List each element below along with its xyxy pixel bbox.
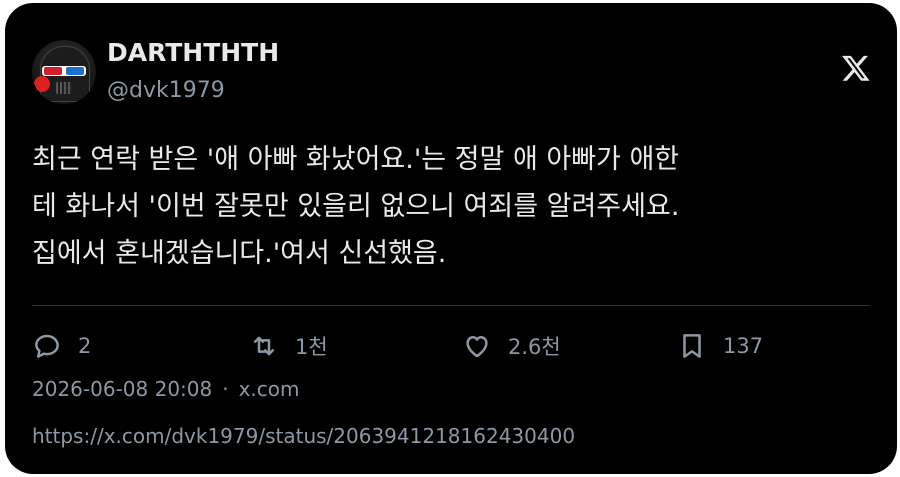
bookmark-button[interactable]: 137 <box>677 328 763 364</box>
like-count: 2.6천 <box>508 335 561 359</box>
retweet-icon <box>254 336 274 356</box>
reply-icon <box>35 334 59 358</box>
heart-icon <box>466 336 488 358</box>
retweet-button[interactable]: 1천 <box>249 328 328 364</box>
tweet-text: 최근 연락 받은 '애 아빠 화났어요.'는 정말 애 아빠가 애한 테 화나서… <box>32 136 882 277</box>
timestamp[interactable]: 2026-06-08 20:08 <box>32 377 212 401</box>
tweet-text-line: 최근 연락 받은 '애 아빠 화났어요.'는 정말 애 아빠가 애한 <box>32 144 680 175</box>
reply-count: 2 <box>78 334 92 358</box>
avatar-red-dot <box>34 76 50 92</box>
permalink[interactable]: https://x.com/dvk1979/status/20639412181… <box>32 424 575 448</box>
avatar-lens-blue <box>66 67 84 75</box>
source-link[interactable]: x.com <box>239 377 300 401</box>
like-button[interactable]: 2.6천 <box>462 328 561 364</box>
tweet-text-line: 집에서 혼내겠습니다.'여서 신선했음. <box>32 238 447 269</box>
bookmark-icon <box>683 334 701 358</box>
avatar-lens-red <box>44 67 62 75</box>
avatar[interactable] <box>32 40 96 104</box>
tweet-meta: 2026-06-08 20:08 · x.com <box>32 377 300 401</box>
reply-button[interactable]: 2 <box>32 328 91 364</box>
tweet-card: DARTHTHTH @dvk1979 최근 연락 받은 '애 아빠 화났어요.'… <box>5 3 897 474</box>
author-handle[interactable]: @dvk1979 <box>107 78 225 103</box>
bookmark-count: 137 <box>723 334 764 358</box>
retweet-count: 1천 <box>295 335 328 359</box>
author-display-name[interactable]: DARTHTHTH <box>107 38 279 67</box>
meta-separator: · <box>222 377 229 401</box>
avatar-grill <box>56 82 72 94</box>
tweet-text-line: 테 화나서 '이번 잘못만 있을리 없으니 여죄를 알려주세요. <box>32 191 680 222</box>
x-logo-icon[interactable] <box>841 53 871 83</box>
divider <box>32 305 870 306</box>
